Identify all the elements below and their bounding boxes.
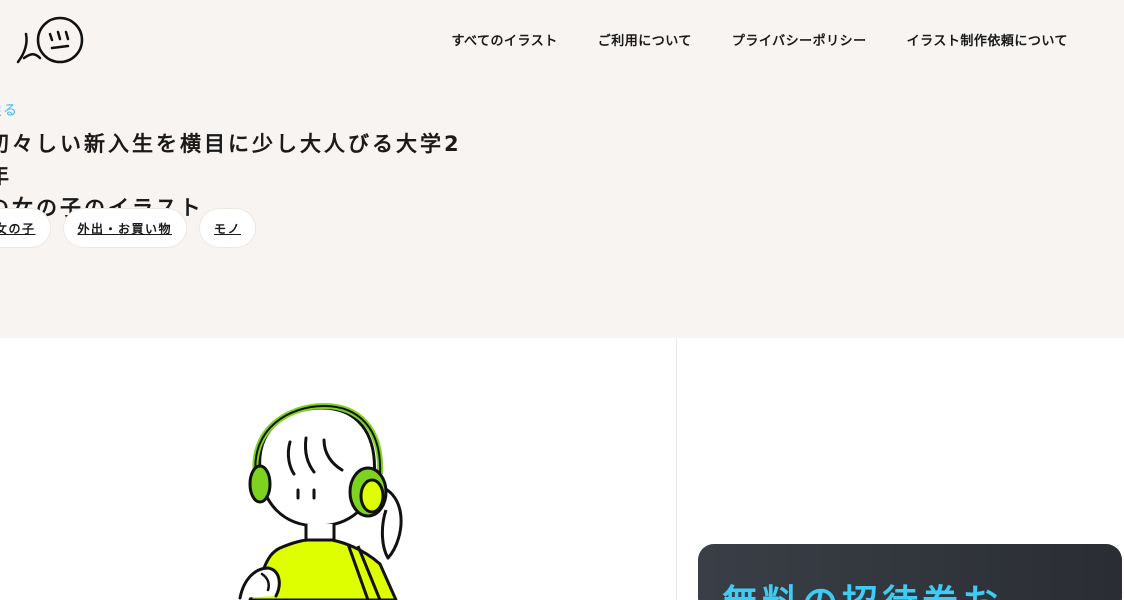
hero-section: 戻る 初々しい新入生を横目に少し大人びる大学2年 の女の子のイラスト 女の子 外… bbox=[0, 80, 1124, 338]
nav-all-illustrations[interactable]: すべてのイラスト bbox=[451, 30, 557, 49]
column-divider bbox=[676, 338, 677, 600]
site-logo-icon[interactable] bbox=[14, 14, 86, 68]
nav-usage[interactable]: ご利用について bbox=[598, 30, 692, 49]
tag-things[interactable]: モノ bbox=[199, 208, 257, 248]
nav-privacy-policy[interactable]: プライバシーポリシー bbox=[732, 30, 867, 49]
tag-list: 女の子 外出・お買い物 モノ bbox=[0, 208, 257, 248]
promo-text: 無料の招待券お bbox=[722, 574, 1002, 600]
promo-banner[interactable]: 無料の招待券お bbox=[698, 544, 1122, 600]
title-line-1: 初々しい新入生を横目に少し大人びる大学2年 bbox=[0, 132, 462, 188]
tag-girl[interactable]: 女の子 bbox=[0, 208, 51, 248]
content-section: 無料の招待券お bbox=[0, 338, 1124, 600]
site-header: すべてのイラスト ご利用について プライバシーポリシー イラスト制作依頼について bbox=[0, 0, 1124, 80]
nav-commission[interactable]: イラスト制作依頼について bbox=[907, 30, 1068, 49]
girl-with-headphones-illustration bbox=[238, 402, 403, 600]
back-link[interactable]: 戻る bbox=[0, 100, 18, 120]
tag-outing-shopping[interactable]: 外出・お買い物 bbox=[62, 208, 188, 248]
main-nav: すべてのイラスト ご利用について プライバシーポリシー イラスト制作依頼について bbox=[451, 30, 1068, 49]
